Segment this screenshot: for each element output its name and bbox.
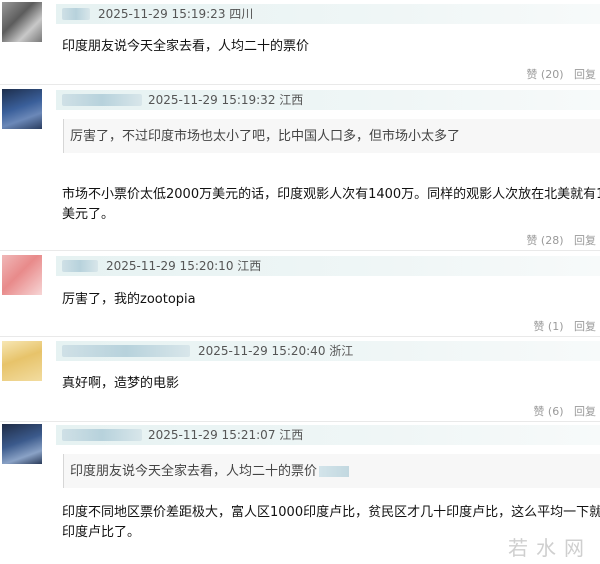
like-label: 赞: [526, 68, 538, 81]
comment-meta: 2025-11-29 15:19:32 江西: [148, 93, 304, 107]
comment-meta: 2025-11-29 15:20:40 浙江: [198, 344, 354, 358]
quoted-text: 厉害了，不过印度市场也太小了吧，比中国人口多，但市场小太多了: [70, 129, 461, 144]
comment-actions: 赞 (28) 回复: [526, 232, 596, 248]
comment-meta: 2025-11-29 15:19:23 四川: [98, 7, 254, 21]
comment-meta: 2025-11-29 15:20:10 江西: [106, 259, 262, 273]
avatar[interactable]: [2, 255, 42, 295]
like-label: 赞: [533, 405, 545, 418]
comment-item: 2025-11-29 15:19:32 江西 厉害了，不过印度市场也太小了吧，比…: [0, 85, 600, 250]
comment-header: 2025-11-29 15:20:40 浙江: [56, 341, 600, 361]
comment-header: 2025-11-29 15:21:07 江西: [56, 425, 600, 445]
comment-header: 2025-11-29 15:19:32 江西: [56, 90, 600, 110]
username-blurred[interactable]: [62, 429, 142, 441]
comment-text-continued: 美元了。: [62, 207, 115, 222]
comment-item: 2025-11-29 15:20:10 江西 厉害了，我的zootopia 赞 …: [0, 251, 600, 336]
like-button[interactable]: 赞 (28): [526, 234, 563, 247]
comment-item: 2025-11-29 15:19:23 四川 印度朋友说今天全家去看，人均二十的…: [0, 0, 600, 84]
quoted-comment: 厉害了，不过印度市场也太小了吧，比中国人口多，但市场小太多了: [63, 119, 600, 153]
like-label: 赞: [533, 320, 545, 333]
username-blurred[interactable]: [62, 8, 90, 20]
like-button[interactable]: 赞 (1): [533, 320, 563, 333]
avatar[interactable]: [2, 341, 42, 381]
like-label: 赞: [526, 234, 538, 247]
username-blurred[interactable]: [62, 260, 98, 272]
comment-text-continued: 印度卢比了。: [62, 525, 141, 540]
comment-header: 2025-11-29 15:19:23 四川: [56, 4, 600, 24]
comment-meta: 2025-11-29 15:21:07 江西: [148, 428, 304, 442]
comment-actions: 赞 (20) 回复: [526, 66, 596, 82]
reply-button[interactable]: 回复: [574, 68, 596, 81]
like-count: (28): [540, 234, 564, 247]
like-count: (20): [540, 68, 564, 81]
quoted-username-blurred: [319, 466, 350, 477]
like-button[interactable]: 赞 (6): [533, 405, 563, 418]
quoted-text-wrap: 印度朋友说今天全家去看，人均二十的票价: [70, 460, 350, 479]
avatar[interactable]: [2, 89, 42, 129]
quoted-comment: 印度朋友说今天全家去看，人均二十的票价: [63, 454, 600, 488]
comment-text: 印度不同地区票价差距极大，富人区1000印度卢比，贫民区才几十印度卢比，这么平均…: [62, 505, 600, 520]
like-count: (6): [547, 405, 564, 418]
reply-button[interactable]: 回复: [574, 405, 596, 418]
username-blurred[interactable]: [62, 345, 190, 357]
like-button[interactable]: 赞 (20): [526, 68, 563, 81]
quoted-text: 印度朋友说今天全家去看，人均二十的票价: [70, 464, 318, 479]
comment-text: 印度朋友说今天全家去看，人均二十的票价: [62, 39, 310, 54]
comment-header: 2025-11-29 15:20:10 江西: [56, 256, 600, 276]
reply-button[interactable]: 回复: [574, 234, 596, 247]
like-count: (1): [547, 320, 564, 333]
comment-actions: 赞 (1) 回复: [533, 318, 596, 334]
comment-text: 真好啊，造梦的电影: [62, 376, 180, 391]
comment-item: 2025-11-29 15:20:40 浙江 真好啊，造梦的电影 赞 (6) 回…: [0, 337, 600, 421]
avatar[interactable]: [2, 424, 42, 464]
avatar[interactable]: [2, 2, 42, 42]
comment-text: 厉害了，我的zootopia: [62, 292, 196, 307]
comment-actions: 赞 (6) 回复: [533, 403, 596, 419]
reply-button[interactable]: 回复: [574, 320, 596, 333]
watermark-logo: 若水网: [508, 536, 592, 560]
comment-text: 市场不小票价太低2000万美元的话，印度观影人次有1400万。同样的观影人次放在…: [62, 187, 600, 202]
username-blurred[interactable]: [62, 94, 142, 106]
